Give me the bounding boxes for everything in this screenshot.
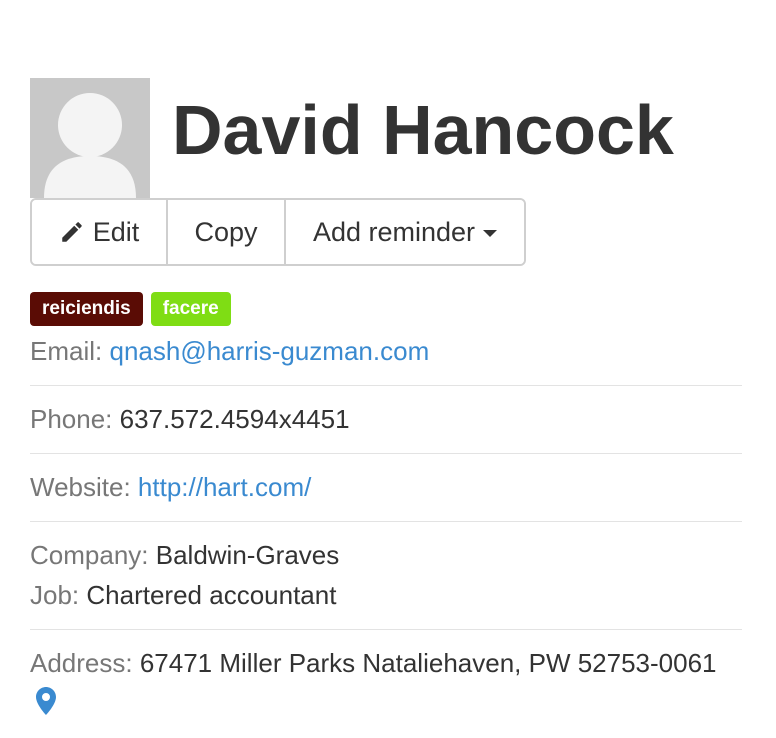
phone-value: 637.572.4594x4451 <box>119 404 350 434</box>
contact-details: Email: qnash@harris-guzman.com Phone: 63… <box>30 327 742 737</box>
add-reminder-label: Add reminder <box>312 216 476 247</box>
email-row: Email: qnash@harris-guzman.com <box>30 327 742 386</box>
company-job-row: Company: Baldwin-Graves Job: Chartered a… <box>30 522 742 630</box>
tag-badge[interactable]: facere <box>150 292 231 326</box>
company-label: Company: <box>30 540 149 570</box>
job-value: Chartered accountant <box>86 580 337 610</box>
copy-button[interactable]: Copy <box>166 200 284 264</box>
edit-button-label: Edit <box>92 216 140 247</box>
contact-name: David Hancock <box>172 91 674 169</box>
caret-down-icon <box>483 229 498 237</box>
edit-button[interactable]: Edit <box>32 200 166 264</box>
job-label: Job: <box>30 580 80 610</box>
company-value: Baldwin-Graves <box>155 540 340 570</box>
address-label: Address: <box>30 648 133 678</box>
email-label: Email: <box>30 336 103 366</box>
tag-list: reiciendis facere <box>30 292 231 326</box>
copy-button-label: Copy <box>194 216 258 247</box>
phone-label: Phone: <box>30 404 113 434</box>
avatar <box>30 78 150 198</box>
job-line: Job: Chartered accountant <box>30 575 742 615</box>
website-label: Website: <box>30 472 131 502</box>
map-marker-icon[interactable] <box>36 687 56 715</box>
company-line: Company: Baldwin-Graves <box>30 535 742 575</box>
tag-badge[interactable]: reiciendis <box>30 292 143 326</box>
address-value: 67471 Miller Parks Nataliehaven, PW 5275… <box>139 648 717 678</box>
add-reminder-dropdown[interactable]: Add reminder <box>284 200 524 264</box>
address-row: Address: 67471 Miller Parks Nataliehaven… <box>30 630 742 737</box>
website-link[interactable]: http://hart.com/ <box>138 472 311 502</box>
email-link[interactable]: qnash@harris-guzman.com <box>109 336 429 366</box>
website-row: Website: http://hart.com/ <box>30 454 742 522</box>
action-toolbar: Edit Copy Add reminder <box>30 198 526 266</box>
phone-row: Phone: 637.572.4594x4451 <box>30 386 742 454</box>
pencil-icon <box>61 222 82 242</box>
